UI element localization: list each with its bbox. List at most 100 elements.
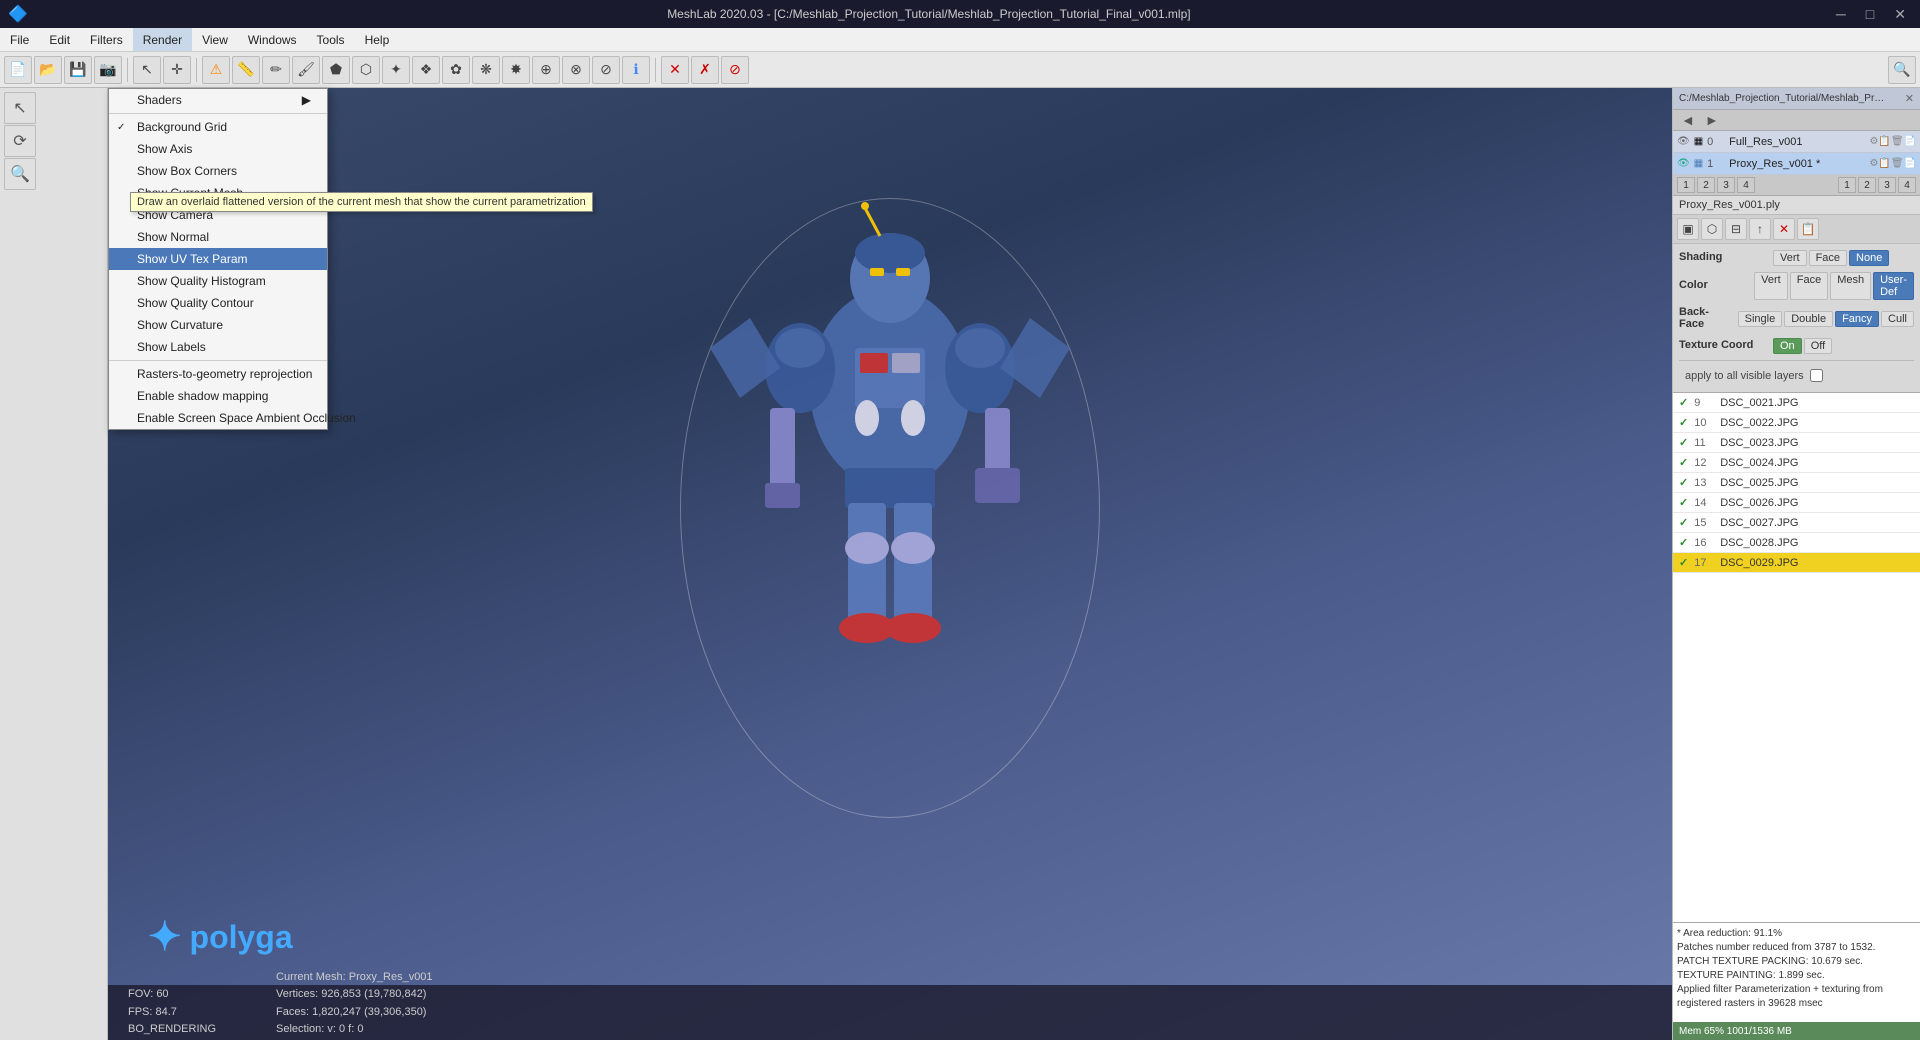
menu-edit[interactable]: Edit [39, 28, 80, 51]
left-tool-2[interactable]: ⟳ [4, 125, 36, 157]
delete3-btn[interactable]: ⊘ [721, 56, 749, 84]
file-row-17[interactable]: ✓ 17 DSC_0029.JPG [1673, 553, 1920, 573]
tool8[interactable]: ❖ [412, 56, 440, 84]
layer-eye-0: 👁 [1677, 136, 1690, 147]
menu-show-quality-contour[interactable]: Show Quality Contour [109, 292, 327, 314]
shading-none[interactable]: None [1849, 250, 1889, 266]
transform-btn[interactable]: ✛ [163, 56, 191, 84]
menu-show-box[interactable]: Show Box Corners [109, 160, 327, 182]
menu-show-curvature[interactable]: Show Curvature [109, 314, 327, 336]
save-btn[interactable]: 💾 [64, 56, 92, 84]
tab-r2[interactable]: 2 [1858, 177, 1876, 193]
menu-tools[interactable]: Tools [307, 28, 355, 51]
backface-cull[interactable]: Cull [1881, 311, 1914, 327]
menu-show-normal[interactable]: Show Normal [109, 226, 327, 248]
info-btn[interactable]: ℹ [622, 56, 650, 84]
left-tool-3[interactable]: 🔍 [4, 158, 36, 190]
color-mesh[interactable]: Mesh [1830, 272, 1871, 300]
tool13[interactable]: ⊗ [562, 56, 590, 84]
menu-show-uv[interactable]: Show UV Tex Param [109, 248, 327, 270]
backface-fancy[interactable]: Fancy [1835, 311, 1879, 327]
menu-filters[interactable]: Filters [80, 28, 133, 51]
menu-view[interactable]: View [192, 28, 238, 51]
scroll-right[interactable]: ► [1701, 112, 1723, 128]
menu-render[interactable]: Render [133, 28, 192, 51]
tab-4[interactable]: 4 [1737, 177, 1755, 193]
tool11[interactable]: ✸ [502, 56, 530, 84]
menu-bg-grid[interactable]: ✓ Background Grid [109, 116, 327, 138]
right-panel-close[interactable]: ✕ [1905, 92, 1914, 105]
menu-show-labels[interactable]: Show Labels [109, 336, 327, 358]
tool10[interactable]: ❋ [472, 56, 500, 84]
tool6[interactable]: ⬡ [352, 56, 380, 84]
backface-single[interactable]: Single [1738, 311, 1783, 327]
left-tool-1[interactable]: ↖ [4, 92, 36, 124]
color-vert[interactable]: Vert [1754, 272, 1788, 300]
file-row-14[interactable]: ✓ 14 DSC_0026.JPG [1673, 493, 1920, 513]
mesh-tool-4[interactable]: ↑ [1749, 218, 1771, 240]
layer-icon-1: ▦ [1694, 158, 1703, 169]
paint-btn[interactable]: 🖌 [292, 56, 320, 84]
file-row-16[interactable]: ✓ 16 DSC_0028.JPG [1673, 533, 1920, 553]
shading-row: Shading Vert Face None [1679, 250, 1914, 266]
open-btn[interactable]: 📂 [34, 56, 62, 84]
file-row-9[interactable]: ✓ 9 DSC_0021.JPG [1673, 393, 1920, 413]
file-row-11[interactable]: ✓ 11 DSC_0023.JPG [1673, 433, 1920, 453]
scroll-left[interactable]: ◄ [1677, 112, 1699, 128]
snapshot-btn[interactable]: 📷 [94, 56, 122, 84]
file-row-13[interactable]: ✓ 13 DSC_0025.JPG [1673, 473, 1920, 493]
menu-show-axis[interactable]: Show Axis [109, 138, 327, 160]
mesh-tool-2[interactable]: ⬡ [1701, 218, 1723, 240]
backface-double[interactable]: Double [1784, 311, 1833, 327]
file-row-12[interactable]: ✓ 12 DSC_0024.JPG [1673, 453, 1920, 473]
select-btn[interactable]: ↖ [133, 56, 161, 84]
shading-face[interactable]: Face [1809, 250, 1847, 266]
layer-row-0[interactable]: 👁 ▦ 0 Full_Res_v001 ⚙📋🗑📄 [1673, 131, 1920, 153]
texcoord-off[interactable]: Off [1804, 338, 1832, 354]
color-face[interactable]: Face [1790, 272, 1828, 300]
ruler-btn[interactable]: 📏 [232, 56, 260, 84]
tab-r4[interactable]: 4 [1898, 177, 1916, 193]
tab-r3[interactable]: 3 [1878, 177, 1896, 193]
layer-row-1[interactable]: 👁 ▦ 1 Proxy_Res_v001 * ⚙📋🗑📄 [1673, 153, 1920, 175]
tab-2[interactable]: 2 [1697, 177, 1715, 193]
menu-ssao[interactable]: Enable Screen Space Ambient Occlusion [109, 407, 327, 429]
file-row-15[interactable]: ✓ 15 DSC_0027.JPG [1673, 513, 1920, 533]
menu-rasters[interactable]: Rasters-to-geometry reprojection [109, 363, 327, 385]
tab-r1[interactable]: 1 [1838, 177, 1856, 193]
tool5[interactable]: ⬟ [322, 56, 350, 84]
delete-btn[interactable]: ✕ [661, 56, 689, 84]
file-list: ✓ 9 DSC_0021.JPG ✓ 10 DSC_0022.JPG ✓ 11 … [1673, 392, 1920, 922]
minimize-btn[interactable]: ─ [1830, 4, 1852, 25]
menu-shadow[interactable]: Enable shadow mapping [109, 385, 327, 407]
new-btn[interactable]: 📄 [4, 56, 32, 84]
tool12[interactable]: ⊕ [532, 56, 560, 84]
menu-help[interactable]: Help [355, 28, 400, 51]
pencil-btn[interactable]: ✏ [262, 56, 290, 84]
maximize-btn[interactable]: □ [1860, 4, 1880, 25]
mesh-tool-6[interactable]: 📋 [1797, 218, 1819, 240]
shading-vert[interactable]: Vert [1773, 250, 1807, 266]
tool7[interactable]: ✦ [382, 56, 410, 84]
mesh-tool-1[interactable]: ▣ [1677, 218, 1699, 240]
tab-1[interactable]: 1 [1677, 177, 1695, 193]
tab-3[interactable]: 3 [1717, 177, 1735, 193]
menu-file[interactable]: File [0, 28, 39, 51]
delete2-btn[interactable]: ✗ [691, 56, 719, 84]
warning-btn[interactable]: ⚠ [202, 56, 230, 84]
fov-info: FOV: 60 FPS: 84.7 BO_RENDERING [128, 986, 216, 1039]
file-row-10[interactable]: ✓ 10 DSC_0022.JPG [1673, 413, 1920, 433]
apply-checkbox[interactable] [1810, 369, 1823, 382]
menu-shaders[interactable]: Shaders ▶ [109, 89, 327, 111]
search-btn[interactable]: 🔍 [1888, 56, 1916, 84]
mesh-tool-5[interactable]: ✕ [1773, 218, 1795, 240]
tool14[interactable]: ⊘ [592, 56, 620, 84]
mesh-tool-3[interactable]: ⊟ [1725, 218, 1747, 240]
menu-windows[interactable]: Windows [238, 28, 307, 51]
color-userdef[interactable]: User-Def [1873, 272, 1914, 300]
close-btn[interactable]: ✕ [1888, 4, 1912, 25]
viewport[interactable]: ✦ polyga FOV: 60 FPS: 84.7 BO_RENDERING … [108, 88, 1672, 1040]
menu-show-quality-histo[interactable]: Show Quality Histogram [109, 270, 327, 292]
texcoord-on[interactable]: On [1773, 338, 1802, 354]
tool9[interactable]: ✿ [442, 56, 470, 84]
